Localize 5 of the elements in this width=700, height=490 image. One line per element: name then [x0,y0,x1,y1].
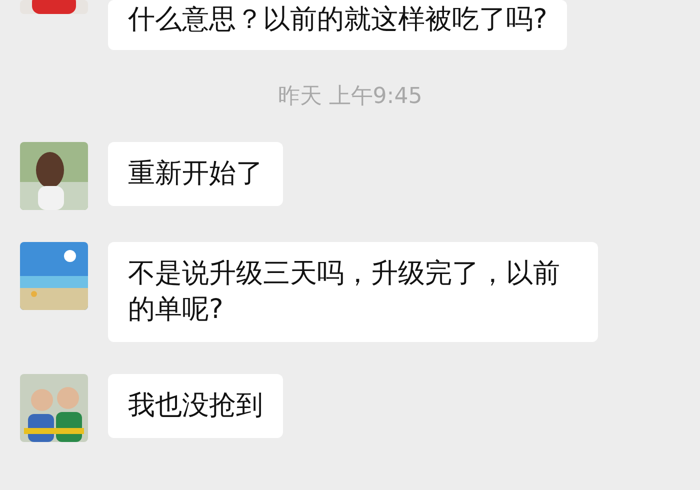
message-bubble: 不是说升级三天吗，升级完了，以前的单呢? [108,242,598,342]
message-bubble: 重新开始了 [108,142,283,206]
message-bubble: 什么意思？以前的就这样被吃了吗? [108,0,568,50]
message-bubble: 我也没抢到 [108,374,283,438]
timestamp: 昨天 上午9:45 [278,83,422,111]
